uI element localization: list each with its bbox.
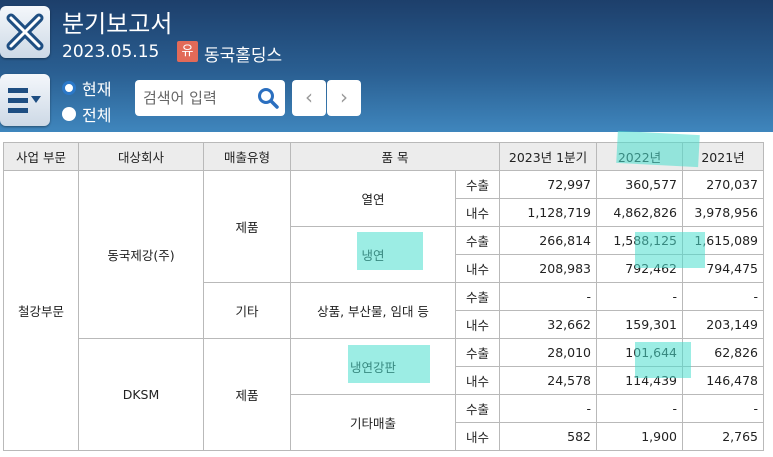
channel-cell: 내수 — [455, 310, 500, 339]
search-icon[interactable] — [257, 87, 279, 109]
company-cell: DKSM — [78, 338, 204, 451]
value-cell: 208,983 — [499, 254, 597, 283]
header-item: 품 목 — [290, 142, 500, 171]
item-cell: 기타매출 — [290, 394, 456, 451]
value-cell: - — [682, 394, 764, 423]
radio-all-label: 전체 — [82, 106, 112, 125]
value-cell: 3,978,956 — [682, 198, 764, 227]
company-cell: 동국제강(주) — [78, 170, 204, 339]
search-box — [135, 80, 285, 116]
item-cell: 상품, 부산물, 임대 등 — [290, 282, 456, 339]
report-date: 2023.05.15 — [62, 42, 160, 62]
value-cell: - — [499, 394, 597, 423]
radio-current-label: 현재 — [82, 80, 112, 99]
channel-cell: 내수 — [455, 366, 500, 395]
value-cell: 24,578 — [499, 366, 597, 395]
value-cell: 72,997 — [499, 170, 597, 199]
menu-button[interactable] — [0, 74, 50, 126]
header-company: 대상회사 — [78, 142, 204, 171]
close-icon — [6, 13, 44, 51]
channel-cell: 수출 — [455, 394, 500, 423]
channel-cell: 수출 — [455, 170, 500, 199]
channel-cell: 수출 — [455, 338, 500, 367]
channel-cell: 수출 — [455, 282, 500, 311]
radio-unselected-icon — [62, 107, 76, 121]
value-cell: 1,900 — [596, 422, 683, 451]
value-cell: 28,010 — [499, 338, 597, 367]
sales-type-cell: 제품 — [203, 170, 291, 283]
channel-cell: 내수 — [455, 198, 500, 227]
value-cell: - — [596, 282, 683, 311]
header-2023q1: 2023년 1분기 — [499, 142, 597, 171]
value-cell: - — [682, 282, 764, 311]
value-cell: 1,128,719 — [499, 198, 597, 227]
radio-selected-icon — [62, 81, 76, 95]
sales-type-cell: 기타 — [203, 282, 291, 339]
value-cell: 582 — [499, 422, 597, 451]
radio-current[interactable]: 현재 — [62, 76, 111, 100]
channel-cell: 내수 — [455, 422, 500, 451]
close-button[interactable] — [0, 6, 50, 58]
highlight-mark — [348, 345, 430, 383]
value-cell: 270,037 — [682, 170, 764, 199]
prev-button[interactable]: ‹ — [292, 80, 326, 116]
value-cell: 159,301 — [596, 310, 683, 339]
value-cell: 4,862,826 — [596, 198, 683, 227]
company-name[interactable]: 동국홀딩스 — [204, 41, 282, 66]
highlight-mark — [635, 342, 691, 378]
page-title: 분기보고서 — [62, 10, 173, 38]
value-cell: 146,478 — [682, 366, 764, 395]
search-input[interactable] — [143, 80, 255, 116]
channel-cell: 수출 — [455, 226, 500, 255]
header-division: 사업 부문 — [3, 142, 79, 171]
value-cell: - — [596, 394, 683, 423]
next-button[interactable]: › — [327, 80, 361, 116]
value-cell: 32,662 — [499, 310, 597, 339]
division-cell: 철강부문 — [3, 170, 79, 451]
highlight-mark — [357, 232, 423, 270]
value-cell: 203,149 — [682, 310, 764, 339]
highlight-mark — [616, 130, 700, 168]
report-header: 분기보고서 2023.05.15 유 동국홀딩스 현재 전체 ‹ › — [0, 0, 773, 132]
sales-table: 사업 부문 대상회사 매출유형 품 목 2023년 1분기 2022년 2021… — [3, 142, 764, 451]
radio-all[interactable]: 전체 — [62, 102, 111, 126]
value-cell: 266,814 — [499, 226, 597, 255]
value-cell: - — [499, 282, 597, 311]
menu-icon — [8, 88, 41, 113]
value-cell: 62,826 — [682, 338, 764, 367]
item-cell: 열연 — [290, 170, 456, 227]
value-cell: 2,765 — [682, 422, 764, 451]
table-row: 철강부문 동국제강(주) 제품 열연 수출 72,997 360,577 270… — [3, 170, 764, 451]
highlight-mark — [635, 232, 705, 268]
sales-type-cell: 제품 — [203, 338, 291, 451]
channel-cell: 내수 — [455, 254, 500, 283]
header-sales-type: 매출유형 — [203, 142, 291, 171]
market-badge: 유 — [177, 41, 198, 62]
value-cell: 360,577 — [596, 170, 683, 199]
